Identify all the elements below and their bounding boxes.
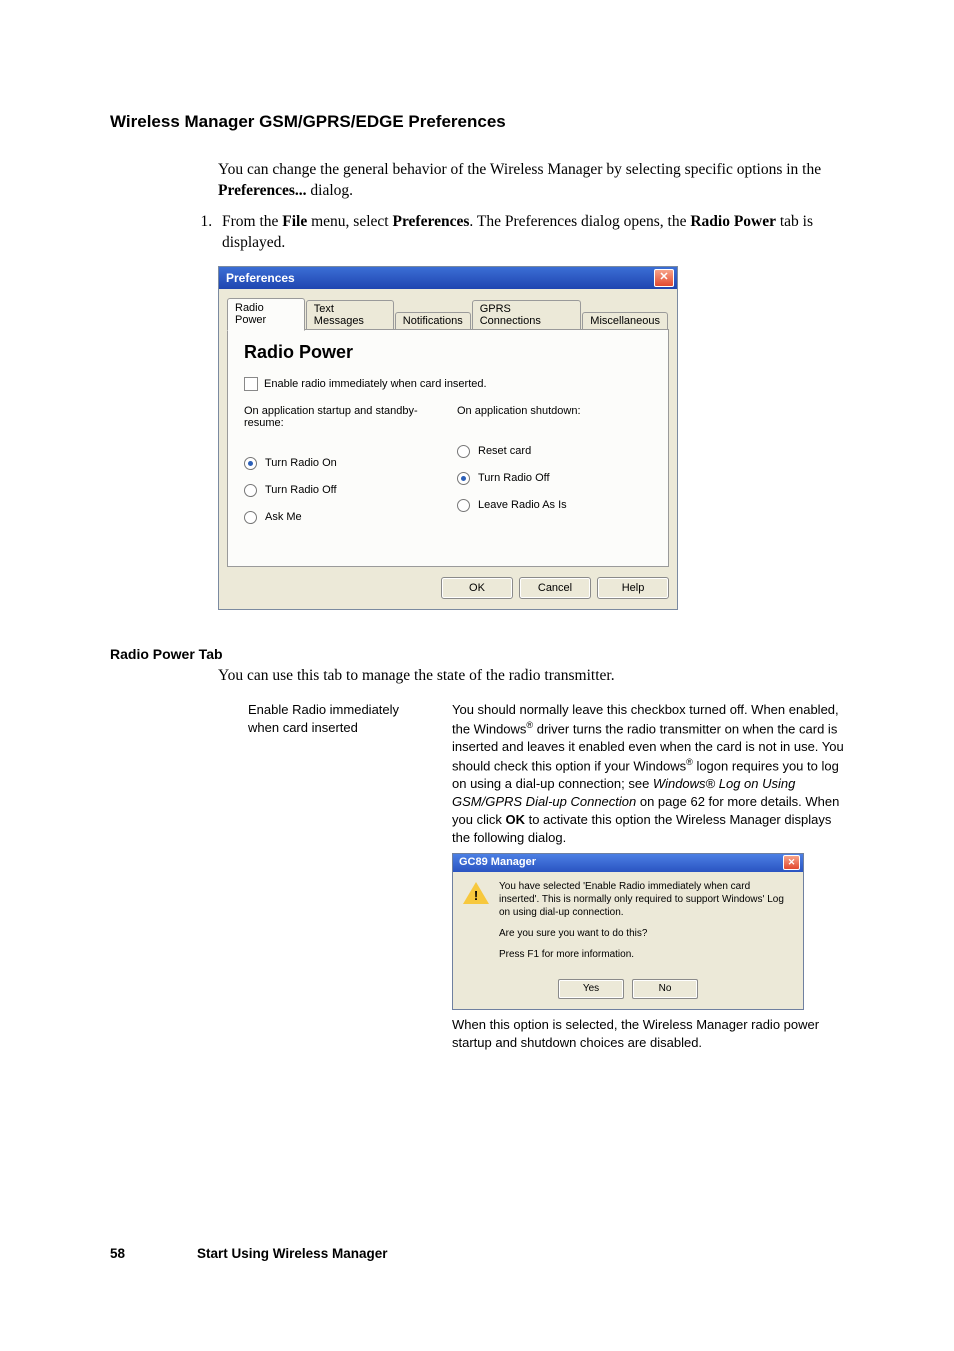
tab-radio-power[interactable]: Radio Power xyxy=(227,298,305,331)
enable-radio-checkbox[interactable] xyxy=(244,377,258,391)
radio-turn-on-label: Turn Radio On xyxy=(265,457,337,469)
preferences-dialog: Preferences ✕ Radio Power Text Messages … xyxy=(218,266,678,610)
page-heading: Wireless Manager GSM/GPRS/EDGE Preferenc… xyxy=(110,112,844,132)
tab-notifications[interactable]: Notifications xyxy=(395,312,471,330)
radio-turn-off-shutdown-label: Turn Radio Off xyxy=(478,472,550,484)
dialog-titlebar: Preferences ✕ xyxy=(219,267,677,289)
enable-radio-label: Enable radio immediately when card inser… xyxy=(264,378,487,390)
radio-reset-card[interactable] xyxy=(457,445,470,458)
radio-ask-me-label: Ask Me xyxy=(265,511,302,523)
confirm-titlebar: GC89 Manager ✕ xyxy=(453,854,803,872)
intro-paragraph: You can change the general behavior of t… xyxy=(218,160,844,202)
step-list: From the File menu, select Preferences. … xyxy=(110,212,844,254)
ok-button[interactable]: OK xyxy=(441,577,513,599)
warning-icon xyxy=(463,882,489,906)
no-button[interactable]: No xyxy=(632,979,698,999)
startup-label: On application startup and standby-resum… xyxy=(244,405,439,429)
section-title: Start Using Wireless Manager xyxy=(197,1246,387,1261)
help-button[interactable]: Help xyxy=(597,577,669,599)
radio-leave-as-is-label: Leave Radio As Is xyxy=(478,499,567,511)
close-icon[interactable]: ✕ xyxy=(783,855,800,870)
page-number: 58 xyxy=(110,1246,125,1261)
intro-text-b: Preferences... xyxy=(218,182,307,199)
tab-strip: Radio Power Text Messages Notifications … xyxy=(227,298,669,330)
radio-turn-off-startup-label: Turn Radio Off xyxy=(265,484,337,496)
radio-leave-as-is[interactable] xyxy=(457,499,470,512)
radio-turn-off-shutdown[interactable] xyxy=(457,472,470,485)
radio-power-tab-heading: Radio Power Tab xyxy=(110,646,844,662)
radio-turn-on[interactable] xyxy=(244,457,257,470)
shutdown-label: On application shutdown: xyxy=(457,405,652,417)
confirm-text: You have selected 'Enable Radio immediat… xyxy=(499,880,793,969)
radio-ask-me[interactable] xyxy=(244,511,257,524)
definition-term: Enable Radio immediately when card inser… xyxy=(248,701,424,1052)
confirm-title: GC89 Manager xyxy=(459,855,536,870)
radio-reset-card-label: Reset card xyxy=(478,445,531,457)
radio-power-tab-intro: You can use this tab to manage the state… xyxy=(218,666,844,687)
tab-gprs-connections[interactable]: GPRS Connections xyxy=(472,300,582,330)
tab-text-messages[interactable]: Text Messages xyxy=(306,300,394,330)
dialog-title: Preferences xyxy=(226,271,295,285)
definition-description: You should normally leave this checkbox … xyxy=(452,701,844,1052)
yes-button[interactable]: Yes xyxy=(558,979,624,999)
definition-followup: When this option is selected, the Wirele… xyxy=(452,1017,819,1050)
radio-turn-off-startup[interactable] xyxy=(244,484,257,497)
intro-text-c: dialog. xyxy=(307,182,354,199)
cancel-button[interactable]: Cancel xyxy=(519,577,591,599)
tab-miscellaneous[interactable]: Miscellaneous xyxy=(582,312,668,330)
panel-heading: Radio Power xyxy=(244,342,652,363)
page-footer: 58 Start Using Wireless Manager xyxy=(110,1246,387,1261)
close-icon[interactable]: ✕ xyxy=(654,269,674,287)
step-1: From the File menu, select Preferences. … xyxy=(216,212,844,254)
tab-panel: Radio Power Enable radio immediately whe… xyxy=(227,329,669,567)
confirmation-dialog: GC89 Manager ✕ You have selected 'Enable… xyxy=(452,853,804,1010)
intro-text-a: You can change the general behavior of t… xyxy=(218,161,821,178)
